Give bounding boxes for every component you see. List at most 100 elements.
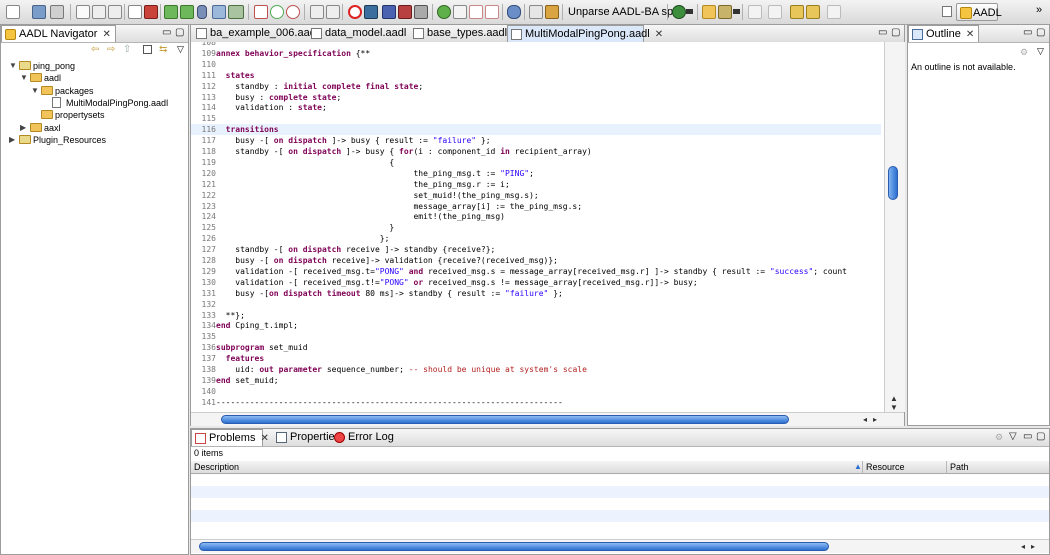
horizontal-scrollbar[interactable]: ◂ ▸ bbox=[191, 412, 904, 426]
tab-label: base_types.aadl bbox=[427, 27, 508, 39]
tab-base-types[interactable]: base_types.aadl bbox=[410, 25, 508, 42]
tab-data-model[interactable]: data_model.aadl bbox=[308, 25, 406, 42]
table-icon[interactable] bbox=[228, 5, 244, 19]
memory-icon[interactable] bbox=[326, 5, 340, 19]
unparse-aadl-ba-button[interactable]: Unparse AADL-BA spec bbox=[566, 4, 687, 20]
horizontal-scroll-thumb[interactable] bbox=[199, 542, 829, 551]
last-edit-icon[interactable] bbox=[790, 5, 804, 19]
problems-horizontal-scrollbar[interactable]: ◂ ▸ bbox=[191, 539, 1049, 553]
people-icon[interactable] bbox=[507, 5, 521, 19]
open-perspective-icon[interactable] bbox=[942, 6, 952, 17]
more-perspectives-chevron[interactable]: » bbox=[1036, 4, 1042, 16]
maximize-icon[interactable]: ▢ bbox=[175, 27, 184, 38]
schedule-icon[interactable] bbox=[453, 5, 467, 19]
check-icon[interactable] bbox=[398, 5, 412, 19]
print-icon[interactable] bbox=[50, 5, 64, 19]
forward-arrow-icon[interactable]: ⇨ bbox=[107, 44, 115, 55]
next-annotation-icon[interactable] bbox=[748, 5, 762, 19]
trace-alt-icon[interactable] bbox=[485, 5, 499, 19]
aadl-file-icon bbox=[511, 29, 522, 40]
link-editor-icon[interactable]: ⇆ bbox=[159, 44, 167, 55]
run-icon[interactable] bbox=[437, 5, 451, 19]
export-icon[interactable] bbox=[144, 5, 158, 19]
tab-label: Problems bbox=[209, 432, 256, 444]
horizontal-scroll-thumb[interactable] bbox=[221, 415, 789, 424]
trace-icon[interactable] bbox=[469, 5, 483, 19]
close-icon[interactable]: ✕ bbox=[966, 26, 974, 43]
tab-ba-example-006[interactable]: ba_example_006.aadl bbox=[193, 25, 318, 42]
circle-icon[interactable] bbox=[270, 5, 284, 19]
launch-menu-icon[interactable] bbox=[686, 9, 693, 14]
database-icon[interactable] bbox=[197, 5, 207, 19]
scroll-down-icon[interactable]: ▼ bbox=[890, 403, 898, 412]
aadl-perspective-button[interactable]: AADL bbox=[956, 3, 1002, 21]
tab-aadl-navigator[interactable]: AADL Navigator ✕ bbox=[1, 25, 116, 42]
device-icon[interactable] bbox=[310, 5, 324, 19]
vertical-scrollbar[interactable]: ▲ ▼ bbox=[884, 42, 905, 412]
scroll-right-icon[interactable]: ▸ bbox=[873, 415, 877, 424]
minimize-icon[interactable]: ▭ bbox=[1023, 431, 1032, 442]
view-menu-chevron[interactable]: ▽ bbox=[1037, 46, 1044, 57]
flow-icon[interactable] bbox=[414, 5, 428, 19]
view-menu-chevron[interactable]: ▽ bbox=[1009, 431, 1017, 442]
scroll-left-icon[interactable]: ◂ bbox=[1021, 542, 1025, 551]
collapsed-arrow-icon[interactable]: ▶ bbox=[9, 134, 15, 146]
new-file-icon[interactable] bbox=[6, 5, 20, 19]
expand-icon[interactable] bbox=[164, 5, 178, 19]
binding-icon[interactable] bbox=[364, 5, 378, 19]
up-icon[interactable]: ⇧ bbox=[123, 44, 131, 55]
analysis-icon[interactable] bbox=[382, 5, 396, 19]
outline-toolbar-icon[interactable]: ⚙ bbox=[1020, 47, 1028, 58]
expanded-arrow-icon[interactable]: ▼ bbox=[31, 85, 39, 97]
tab-multimodal-pingpong[interactable]: MultiModalPingPong.aadl ✕ bbox=[507, 25, 663, 42]
vertical-scroll-thumb[interactable] bbox=[888, 166, 898, 200]
tools-icon[interactable] bbox=[718, 5, 732, 19]
collapse-all-icon[interactable] bbox=[143, 45, 152, 54]
import-icon[interactable] bbox=[128, 5, 142, 19]
close-icon[interactable]: ✕ bbox=[260, 430, 268, 447]
back-arrow-icon[interactable]: ⇦ bbox=[91, 44, 99, 55]
code-editor[interactable]: 108 109annex behavior_specification {** 11… bbox=[191, 42, 884, 412]
tab-problems[interactable]: Problems ✕ bbox=[191, 429, 269, 446]
back-icon[interactable] bbox=[806, 5, 820, 19]
tools-menu-icon[interactable] bbox=[733, 9, 740, 14]
graphics-icon[interactable] bbox=[92, 5, 106, 19]
scroll-right-icon[interactable]: ▸ bbox=[1031, 542, 1035, 551]
tab-outline[interactable]: Outline ✕ bbox=[908, 25, 980, 43]
save-icon[interactable] bbox=[32, 5, 46, 19]
tab-error-log[interactable]: Error Log bbox=[331, 429, 398, 446]
expanded-arrow-icon[interactable]: ▼ bbox=[9, 60, 17, 72]
launch-icon[interactable] bbox=[672, 5, 686, 19]
minimize-icon[interactable]: ▭ bbox=[878, 27, 887, 38]
gift-icon[interactable] bbox=[545, 5, 559, 19]
grid-icon[interactable] bbox=[212, 5, 226, 19]
maximize-icon[interactable]: ▢ bbox=[1036, 27, 1045, 38]
prev-annotation-icon[interactable] bbox=[768, 5, 782, 19]
minimize-icon[interactable]: ▭ bbox=[162, 27, 171, 38]
close-icon[interactable]: ✕ bbox=[102, 26, 110, 43]
forward-icon[interactable] bbox=[827, 5, 841, 19]
column-path[interactable]: Path bbox=[947, 461, 1049, 473]
maximize-icon[interactable]: ▢ bbox=[1036, 431, 1045, 442]
instantiate-icon[interactable] bbox=[76, 5, 90, 19]
component-icon[interactable] bbox=[254, 5, 268, 19]
scroll-up-icon[interactable]: ▲ bbox=[890, 394, 898, 403]
view-menu-chevron[interactable]: ▽ bbox=[177, 44, 184, 55]
textual-icon[interactable] bbox=[108, 5, 122, 19]
code-line: 117 busy -[ on dispatch ]-> busy { resul… bbox=[191, 135, 881, 146]
scroll-left-icon[interactable]: ◂ bbox=[863, 415, 867, 424]
collapse-icon[interactable] bbox=[180, 5, 194, 19]
process-icon[interactable] bbox=[286, 5, 300, 19]
code-line: 134end Cping_t.impl; bbox=[191, 320, 881, 331]
expanded-arrow-icon[interactable]: ▼ bbox=[20, 72, 28, 84]
maximize-icon[interactable]: ▢ bbox=[891, 27, 900, 38]
column-resource[interactable]: Resource bbox=[863, 461, 947, 473]
filter-icon[interactable]: ⚙ bbox=[995, 432, 1003, 443]
minimize-icon[interactable]: ▭ bbox=[1023, 27, 1032, 38]
column-description[interactable]: Description ▲ bbox=[191, 461, 863, 473]
open-folder-icon[interactable] bbox=[702, 5, 716, 19]
window-icon[interactable] bbox=[529, 5, 543, 19]
collapsed-arrow-icon[interactable]: ▶ bbox=[20, 122, 26, 134]
stop-icon[interactable] bbox=[348, 5, 362, 19]
close-icon[interactable]: ✕ bbox=[655, 26, 663, 43]
